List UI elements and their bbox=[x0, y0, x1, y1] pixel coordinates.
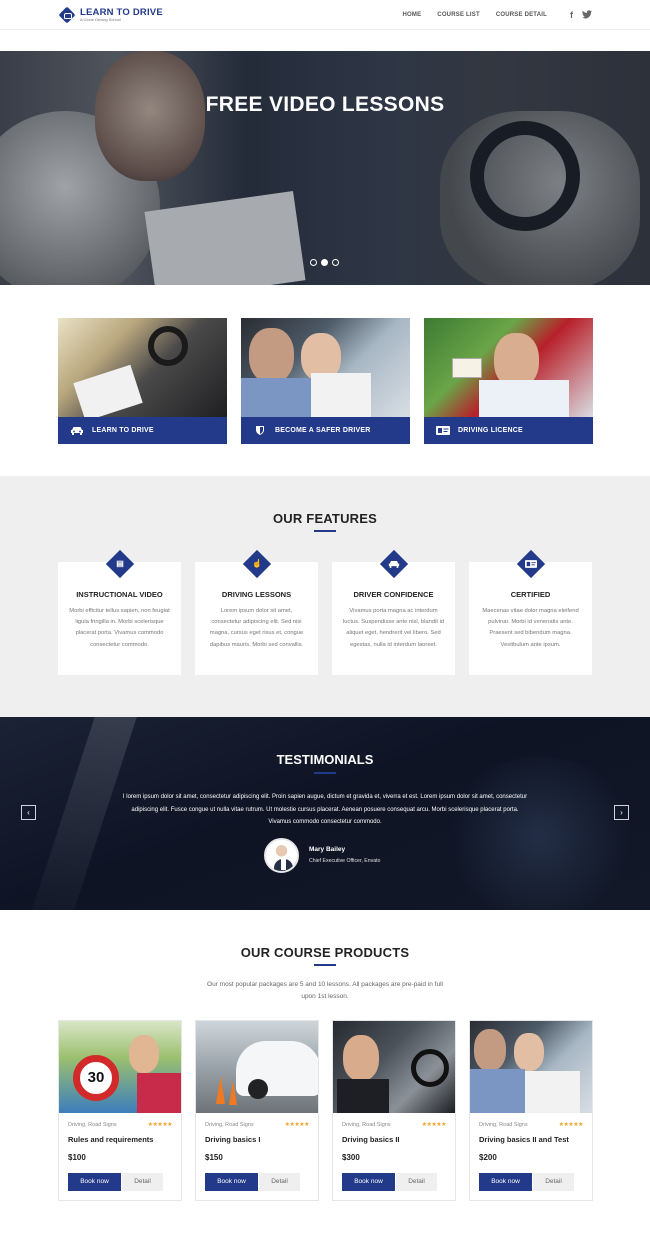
book-now-button[interactable]: Book now bbox=[342, 1173, 395, 1191]
course-price: $100 bbox=[68, 1153, 86, 1162]
course-card: Driving, Road Signs ★★★★★ Driving basics… bbox=[469, 1020, 593, 1201]
rating-stars: ★★★★★ bbox=[147, 1122, 173, 1128]
logo-subtitle: A Clone Driving School bbox=[80, 17, 121, 23]
detail-button[interactable]: Detail bbox=[122, 1173, 163, 1191]
title-underline bbox=[314, 530, 336, 532]
social-links: f bbox=[561, 10, 592, 21]
course-category: Driving, Road Signs bbox=[205, 1122, 254, 1128]
course-price: $300 bbox=[342, 1153, 360, 1162]
feature-title: CERTIFIED bbox=[510, 590, 551, 599]
course-price: $150 bbox=[205, 1153, 223, 1162]
feature-title: DRIVING LESSONS bbox=[221, 590, 292, 599]
rating-stars: ★★★★★ bbox=[558, 1122, 584, 1128]
card-driving-licence[interactable]: DRIVING LICENCE bbox=[424, 318, 593, 444]
nav-home[interactable]: HOME bbox=[402, 12, 421, 18]
site-logo[interactable]: LEARN TO DRIVE A Clone Driving School bbox=[58, 5, 163, 25]
course-title[interactable]: Rules and requirements bbox=[68, 1135, 153, 1144]
feature-text: Morbi efficitur tellus sapien, non feugi… bbox=[69, 608, 170, 648]
course-category: Driving, Road Signs bbox=[479, 1122, 528, 1128]
course-title[interactable]: Driving basics I bbox=[205, 1135, 260, 1144]
rating-stars: ★★★★★ bbox=[284, 1122, 310, 1128]
card-label: BECOME A SAFER DRIVER bbox=[275, 427, 371, 434]
course-price: $200 bbox=[479, 1153, 497, 1162]
courses-title: OUR COURSE PRODUCTS bbox=[240, 945, 410, 960]
feature-title: DRIVER CONFIDENCE bbox=[353, 590, 434, 599]
car-icon bbox=[379, 549, 409, 579]
card-label: DRIVING LICENCE bbox=[458, 427, 523, 434]
card-image bbox=[424, 318, 593, 420]
card-image bbox=[58, 318, 227, 422]
hero-title: FREE VIDEO LESSONS bbox=[205, 93, 445, 116]
author-name: Mary Bailey bbox=[309, 846, 346, 853]
next-arrow-icon[interactable]: › bbox=[614, 805, 629, 820]
avatar bbox=[264, 838, 299, 873]
main-nav: HOME COURSE LIST COURSE DETAIL f bbox=[386, 0, 592, 30]
testimonial-author: Mary Bailey Chief Executive Officer, Env… bbox=[309, 846, 380, 864]
course-card: 30 Driving, Road Signs ★★★★★ Rules and r… bbox=[58, 1020, 182, 1201]
nav-course-list[interactable]: COURSE LIST bbox=[437, 12, 480, 18]
shield-icon bbox=[256, 426, 264, 435]
testimonial-quote: I lorem ipsum dolor sit amet, consectetu… bbox=[122, 794, 528, 826]
card-label: LEARN TO DRIVE bbox=[92, 427, 154, 434]
facebook-icon[interactable]: f bbox=[570, 10, 573, 21]
course-title[interactable]: Driving basics II bbox=[342, 1135, 400, 1144]
card-image bbox=[241, 318, 410, 418]
course-image[interactable] bbox=[470, 1021, 592, 1113]
book-now-button[interactable]: Book now bbox=[68, 1173, 121, 1191]
course-card: Driving, Road Signs ★★★★★ Driving basics… bbox=[195, 1020, 319, 1201]
course-title[interactable]: Driving basics II and Test bbox=[479, 1135, 569, 1144]
course-card: Driving, Road Signs ★★★★★ Driving basics… bbox=[332, 1020, 456, 1201]
slider-dot-1[interactable] bbox=[310, 259, 317, 266]
feature-text: Vivamus porta magna ac interdum luctus. … bbox=[342, 608, 445, 648]
author-role: Chief Executive Officer, Envato bbox=[309, 858, 381, 864]
detail-button[interactable]: Detail bbox=[259, 1173, 300, 1191]
logo-car-icon bbox=[58, 6, 76, 24]
slider-dots bbox=[310, 259, 343, 266]
thumbs-up-icon: ☝ bbox=[242, 549, 272, 579]
id-card-icon bbox=[436, 426, 450, 435]
title-underline bbox=[314, 964, 336, 966]
course-image[interactable] bbox=[196, 1021, 318, 1113]
rating-stars: ★★★★★ bbox=[421, 1122, 447, 1128]
feature-title: INSTRUCTIONAL VIDEO bbox=[76, 590, 163, 599]
course-image[interactable] bbox=[333, 1021, 455, 1113]
film-icon: ▤ bbox=[105, 549, 135, 579]
nav-course-detail[interactable]: COURSE DETAIL bbox=[496, 12, 547, 18]
feature-text: Lorem ipsum dolor sit amet, consectetur … bbox=[209, 608, 304, 648]
prev-arrow-icon[interactable]: ‹ bbox=[21, 805, 36, 820]
testimonials-section: TESTIMONIALS I lorem ipsum dolor sit ame… bbox=[0, 717, 650, 910]
book-now-button[interactable]: Book now bbox=[479, 1173, 532, 1191]
course-image[interactable]: 30 bbox=[59, 1021, 181, 1113]
car-icon bbox=[71, 427, 83, 435]
slider-dot-2[interactable] bbox=[321, 259, 328, 266]
feature-text: Maecenas vitae dolor magna eleifend pulv… bbox=[482, 608, 579, 648]
slider-dot-3[interactable] bbox=[332, 259, 339, 266]
site-header: LEARN TO DRIVE A Clone Driving School HO… bbox=[0, 0, 650, 30]
courses-subtitle: Our most popular packages are 5 and 10 l… bbox=[207, 981, 443, 1000]
card-learn-to-drive[interactable]: LEARN TO DRIVE bbox=[58, 318, 227, 444]
course-category: Driving, Road Signs bbox=[68, 1122, 117, 1128]
course-category: Driving, Road Signs bbox=[342, 1122, 391, 1128]
hero-slider: FREE VIDEO LESSONS bbox=[0, 51, 650, 285]
card-safer-driver[interactable]: BECOME A SAFER DRIVER bbox=[241, 318, 410, 444]
twitter-icon[interactable] bbox=[582, 9, 592, 21]
title-underline bbox=[314, 772, 336, 774]
detail-button[interactable]: Detail bbox=[533, 1173, 574, 1191]
logo-title: LEARN TO DRIVE bbox=[80, 6, 163, 18]
id-card-icon bbox=[516, 549, 546, 579]
book-now-button[interactable]: Book now bbox=[205, 1173, 258, 1191]
detail-button[interactable]: Detail bbox=[396, 1173, 437, 1191]
testimonials-title: TESTIMONIALS bbox=[276, 752, 374, 767]
features-title: OUR FEATURES bbox=[273, 511, 377, 526]
